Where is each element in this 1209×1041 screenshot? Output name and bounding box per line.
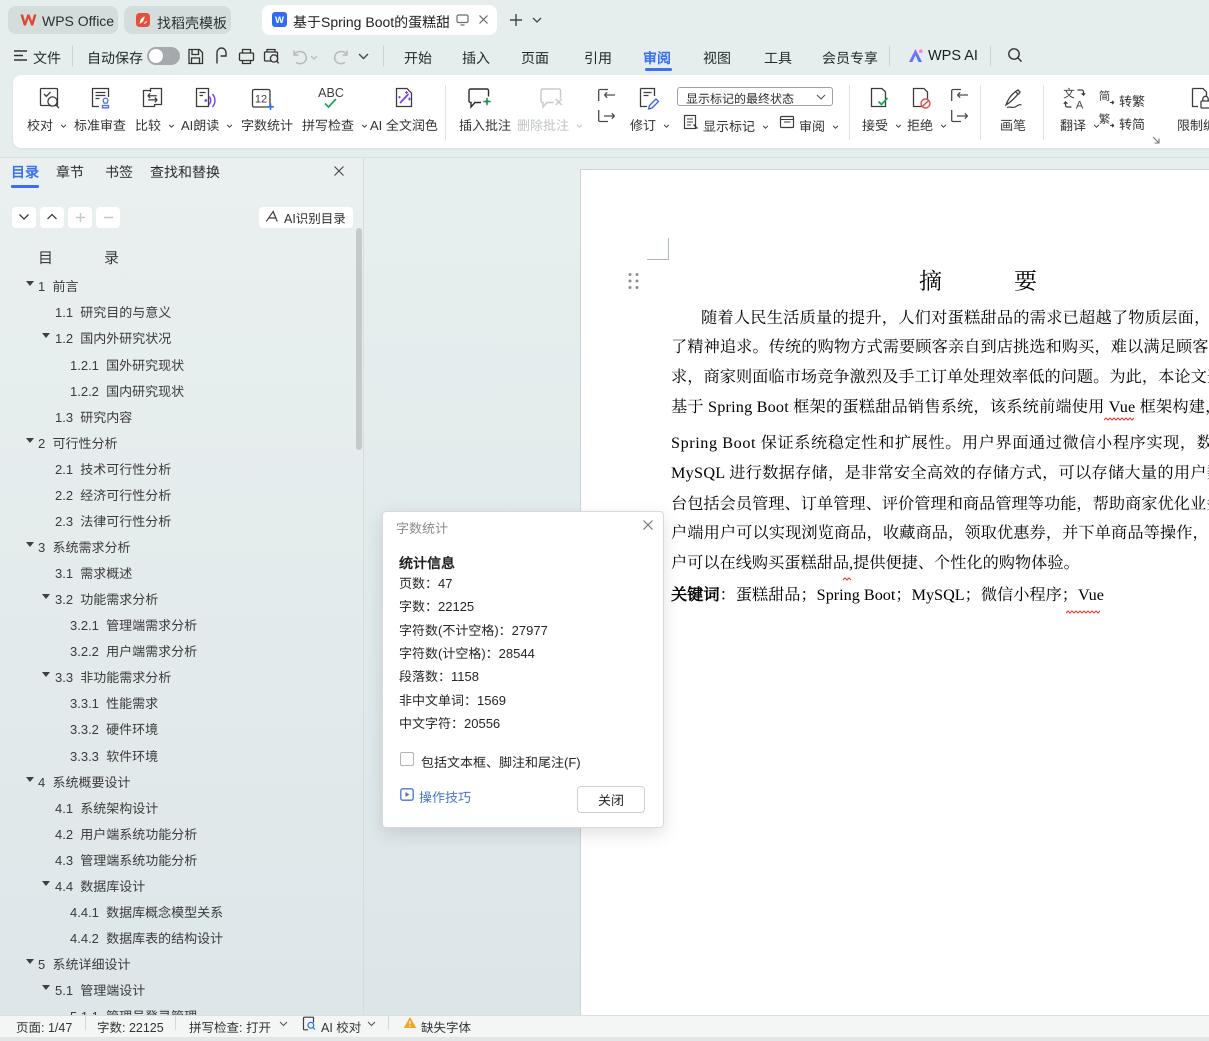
svg-text:W: W: [275, 15, 284, 26]
svg-text:简: 简: [1099, 89, 1111, 104]
svg-text:文: 文: [1063, 86, 1075, 102]
svg-text:12: 12: [255, 94, 267, 106]
svg-text:繁: 繁: [1099, 112, 1111, 127]
svg-text:ABC: ABC: [318, 86, 344, 100]
svg-text:A: A: [1076, 100, 1084, 112]
